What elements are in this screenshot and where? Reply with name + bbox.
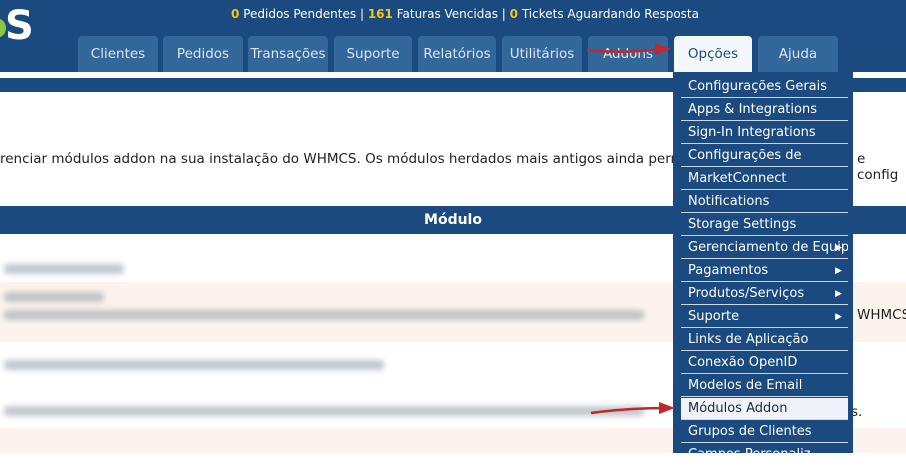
menu-item-label: Configurações de — [688, 148, 802, 163]
submenu-arrow-icon: ▶ — [835, 312, 842, 322]
overdue-invoices-label[interactable]: Faturas Vencidas — [397, 7, 498, 21]
page-description: renciar módulos addon na sua instalação … — [0, 151, 696, 167]
menu-item-label: Links de Aplicação — [688, 332, 809, 347]
row-blur-text — [4, 310, 644, 320]
annotation-arrow-icon — [586, 43, 671, 55]
tab-pedidos[interactable]: Pedidos — [163, 36, 243, 72]
tab-opcoes[interactable]: Opções — [674, 36, 752, 72]
menu-item-campos-personalizados[interactable]: Campos Personaliz — [681, 444, 848, 466]
tab-clientes[interactable]: Clientes — [78, 36, 158, 72]
menu-item-suporte[interactable]: Suporte ▶ — [681, 306, 848, 328]
tab-utilitarios[interactable]: Utilitários — [502, 36, 582, 72]
menu-item-notifications[interactable]: Notifications — [681, 191, 848, 213]
menu-item-label: Modelos de Email — [688, 378, 803, 393]
row-blur-text — [4, 406, 644, 416]
tab-ajuda[interactable]: Ajuda — [758, 36, 838, 72]
menu-item-configuracoes-de[interactable]: Configurações de — [681, 145, 848, 167]
menu-item-configuracoes-gerais[interactable]: Configurações Gerais — [681, 76, 848, 98]
row-blur-text — [4, 292, 104, 302]
tab-relatorios[interactable]: Relatórios — [418, 36, 496, 72]
pending-orders-label[interactable]: Pedidos Pendentes — [243, 7, 356, 21]
stats-separator: | — [359, 7, 364, 21]
menu-item-apps-integrations[interactable]: Apps & Integrations — [681, 99, 848, 121]
submenu-arrow-icon: ▶ — [835, 266, 842, 276]
tab-suporte[interactable]: Suporte — [334, 36, 412, 72]
menu-item-label: Configurações Gerais — [688, 79, 828, 94]
description-tail: e config — [857, 151, 899, 183]
menu-item-label: Apps & Integrations — [688, 102, 817, 117]
menu-item-conexao-openid[interactable]: Conexão OpenID — [681, 352, 848, 374]
row-right-text: WHMCS — [857, 307, 906, 323]
menu-item-label: Conexão OpenID — [688, 355, 798, 370]
description-text: renciar módulos addon na sua instalação … — [0, 151, 697, 167]
menu-item-label: Grupos de Clientes — [688, 424, 812, 439]
menu-item-produtos-servicos[interactable]: Produtos/Serviços ▶ — [681, 283, 848, 305]
menu-item-sign-in-integrations[interactable]: Sign-In Integrations — [681, 122, 848, 144]
menu-item-modulos-addon[interactable]: Módulos Addon — [681, 398, 848, 420]
menu-item-pagamentos[interactable]: Pagamentos ▶ — [681, 260, 848, 282]
menu-item-label: Produtos/Serviços — [688, 286, 805, 301]
menu-item-grupos-de-clientes[interactable]: Grupos de Clientes — [681, 421, 848, 443]
menu-item-label: Pagamentos — [688, 263, 769, 278]
status-summary: 0 Pedidos Pendentes | 161 Faturas Vencid… — [0, 6, 906, 22]
top-header: S 0 Pedidos Pendentes | 161 Faturas Venc… — [0, 0, 906, 72]
menu-item-label: MarketConnect — [688, 171, 787, 186]
menu-item-label: Módulos Addon — [688, 401, 788, 416]
menu-item-label: Storage Settings — [688, 217, 797, 232]
tickets-count[interactable]: 0 — [510, 7, 518, 21]
tab-transacoes[interactable]: Transações — [248, 36, 328, 72]
menu-item-label: Campos Personaliz — [688, 447, 811, 462]
menu-item-label: Notifications — [688, 194, 770, 209]
menu-item-storage-settings[interactable]: Storage Settings — [681, 214, 848, 236]
options-dropdown-menu: Configurações Gerais Apps & Integrations… — [673, 72, 853, 462]
stats-separator: | — [501, 7, 506, 21]
annotation-arrow-icon — [590, 402, 675, 415]
row-blur-text — [4, 360, 384, 370]
menu-item-gerenciamento-de-equipe[interactable]: Gerenciamento de Equipe ▶ — [681, 237, 848, 259]
menu-item-label: Gerenciamento de Equipe — [688, 240, 848, 255]
overdue-invoices-count[interactable]: 161 — [368, 7, 393, 21]
submenu-arrow-icon: ▶ — [835, 243, 842, 253]
menu-item-label: Suporte — [688, 309, 740, 324]
pending-orders-count[interactable]: 0 — [231, 7, 239, 21]
menu-item-label: Sign-In Integrations — [688, 125, 816, 140]
menu-item-links-de-aplicacao[interactable]: Links de Aplicação — [681, 329, 848, 351]
tickets-label[interactable]: Tickets Aguardando Resposta — [522, 7, 699, 21]
submenu-arrow-icon: ▶ — [835, 289, 842, 299]
menu-item-modelos-de-email[interactable]: Modelos de Email — [681, 375, 848, 397]
row-blur-text — [4, 264, 124, 274]
menu-item-marketconnect[interactable]: MarketConnect — [681, 168, 848, 190]
